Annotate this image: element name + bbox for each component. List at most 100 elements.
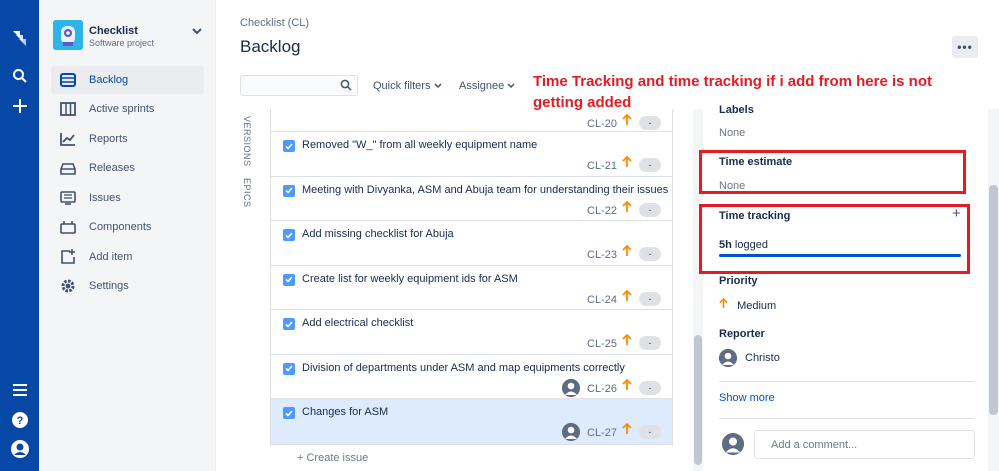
issue-key[interactable]: CL-24 [587, 294, 617, 306]
estimate-badge: - [639, 116, 661, 130]
chevron-down-icon [192, 28, 202, 39]
page-title: Backlog [240, 37, 301, 56]
sidebar-item-components[interactable]: Components [51, 213, 204, 241]
issue-summary: Add missing checklist for Abuja [302, 228, 454, 240]
sidebar-item-reports[interactable]: Reports [51, 125, 204, 153]
help-icon[interactable]: ? [6, 408, 33, 432]
priority-medium-icon [622, 422, 632, 437]
issue-key[interactable]: CL-20 [587, 118, 617, 130]
project-switcher[interactable]: Checklist Software project [52, 19, 204, 51]
sidebar-item-settings[interactable]: Settings [51, 272, 204, 300]
assignee-label: Assignee [459, 80, 505, 92]
chevron-down-icon [434, 80, 442, 92]
issue-summary: Create list for weekly equipment ids for… [302, 272, 518, 285]
priority-value[interactable]: Medium [719, 297, 777, 312]
estimate-badge: - [639, 291, 661, 306]
issue-key[interactable]: CL-23 [587, 249, 617, 261]
priority-medium-icon [622, 333, 632, 348]
sidebar-item-label: Releases [89, 162, 135, 174]
estimate-badge: - [639, 247, 661, 261]
issue-summary: Removed "W_" from all weekly equipment n… [302, 139, 538, 151]
issue-key[interactable]: CL-22 [587, 205, 617, 217]
issue-summary: Meeting with Divyanka, ASM and Abuja tea… [302, 183, 669, 196]
assignee-dropdown[interactable]: Assignee [459, 80, 515, 92]
sidebar-item-label: Backlog [89, 74, 129, 86]
sidebar-item-backlog[interactable]: Backlog [51, 66, 204, 94]
detail-scrollbar-thumb[interactable] [989, 185, 998, 415]
annotation-box-time-tracking [699, 204, 970, 274]
breadcrumb[interactable]: Checklist (CL) [240, 17, 309, 29]
priority-medium-icon [622, 155, 632, 170]
reports-icon [60, 131, 76, 147]
sidebar-item-label: Issues [89, 192, 121, 204]
jira-logo-icon[interactable] [6, 26, 33, 50]
table-row[interactable]: Add missing checklist for Abuja CL-23 - [271, 221, 672, 266]
reporter-avatar [719, 349, 737, 367]
global-nav: ? [0, 0, 39, 471]
table-row[interactable]: Division of departments under ASM and ma… [271, 354, 672, 399]
priority-medium-icon [622, 200, 632, 215]
table-row[interactable]: Meeting with Divyanka, ASM and Abuja tea… [271, 176, 672, 221]
priority-label: Priority [719, 275, 758, 287]
add-item-icon [60, 249, 76, 265]
profile-icon[interactable] [6, 437, 33, 461]
assignee-avatar[interactable] [562, 423, 580, 441]
priority-text: Medium [737, 300, 777, 312]
table-row[interactable]: Changes for ASM CL-27 - [271, 399, 672, 445]
story-icon [283, 362, 295, 375]
divider [719, 418, 974, 419]
search-icon[interactable] [6, 64, 33, 88]
quick-filters-dropdown[interactable]: Quick filters [373, 80, 442, 92]
svg-text:?: ? [16, 415, 23, 427]
project-name: Checklist [89, 25, 138, 37]
board-icon [60, 101, 76, 117]
table-row[interactable]: Add electrical checklist CL-25 - [271, 310, 672, 355]
estimate-badge: - [639, 425, 661, 439]
estimate-badge: - [639, 158, 661, 172]
project-type: Software project [89, 38, 155, 48]
components-icon [60, 219, 76, 235]
priority-medium-icon [622, 378, 632, 393]
show-more-link[interactable]: Show more [719, 392, 775, 404]
estimate-badge: - [639, 380, 661, 395]
story-icon [283, 407, 295, 419]
priority-medium-icon [622, 289, 632, 304]
issue-key[interactable]: CL-27 [587, 427, 617, 439]
search-input[interactable] [240, 75, 358, 96]
issue-key[interactable]: CL-26 [587, 383, 617, 395]
estimate-badge: - [639, 202, 661, 217]
releases-icon [60, 160, 76, 176]
table-row[interactable]: Create list for weekly equipment ids for… [271, 265, 672, 310]
current-user-avatar [722, 433, 744, 455]
reporter-label: Reporter [719, 328, 765, 340]
assignee-avatar[interactable] [562, 378, 580, 397]
issue-key[interactable]: CL-25 [587, 338, 617, 350]
more-actions-button[interactable]: ••• [952, 36, 978, 58]
story-icon [283, 318, 295, 330]
backlog-scrollbar-thumb[interactable] [694, 335, 702, 465]
labels-value[interactable]: None [719, 127, 745, 139]
annotation-text: Time Tracking and time tracking if i add… [533, 73, 932, 111]
table-row[interactable]: Removed "W_" from all weekly equipment n… [271, 132, 672, 177]
reporter-value[interactable]: Christo [745, 352, 780, 364]
create-issue-button[interactable]: + Create issue [297, 452, 368, 464]
issue-summary: Division of departments under ASM and ma… [302, 361, 625, 374]
app: ? Checklist Software project Backlog Act… [0, 0, 999, 471]
create-plus-icon[interactable] [6, 94, 33, 118]
sidebar-item-issues[interactable]: Issues [51, 184, 204, 212]
sidebar-item-add-item[interactable]: Add item [51, 243, 204, 271]
menu-icon[interactable] [6, 378, 33, 402]
issue-key[interactable]: CL-21 [587, 160, 617, 172]
project-avatar [53, 20, 83, 50]
tab-versions[interactable]: VERSIONS [242, 116, 252, 167]
comment-input[interactable]: Add a comment... [754, 430, 975, 459]
story-icon [283, 140, 295, 152]
sidebar-item-releases[interactable]: Releases [51, 154, 204, 182]
tab-epics[interactable]: EPICS [242, 178, 252, 208]
sidebar-item-label: Components [89, 221, 152, 233]
divider [719, 381, 974, 382]
sidebar-item-label: Settings [89, 280, 129, 292]
gear-icon [60, 278, 76, 294]
quick-filters-label: Quick filters [373, 80, 431, 92]
sidebar-item-active-sprints[interactable]: Active sprints [51, 95, 204, 123]
